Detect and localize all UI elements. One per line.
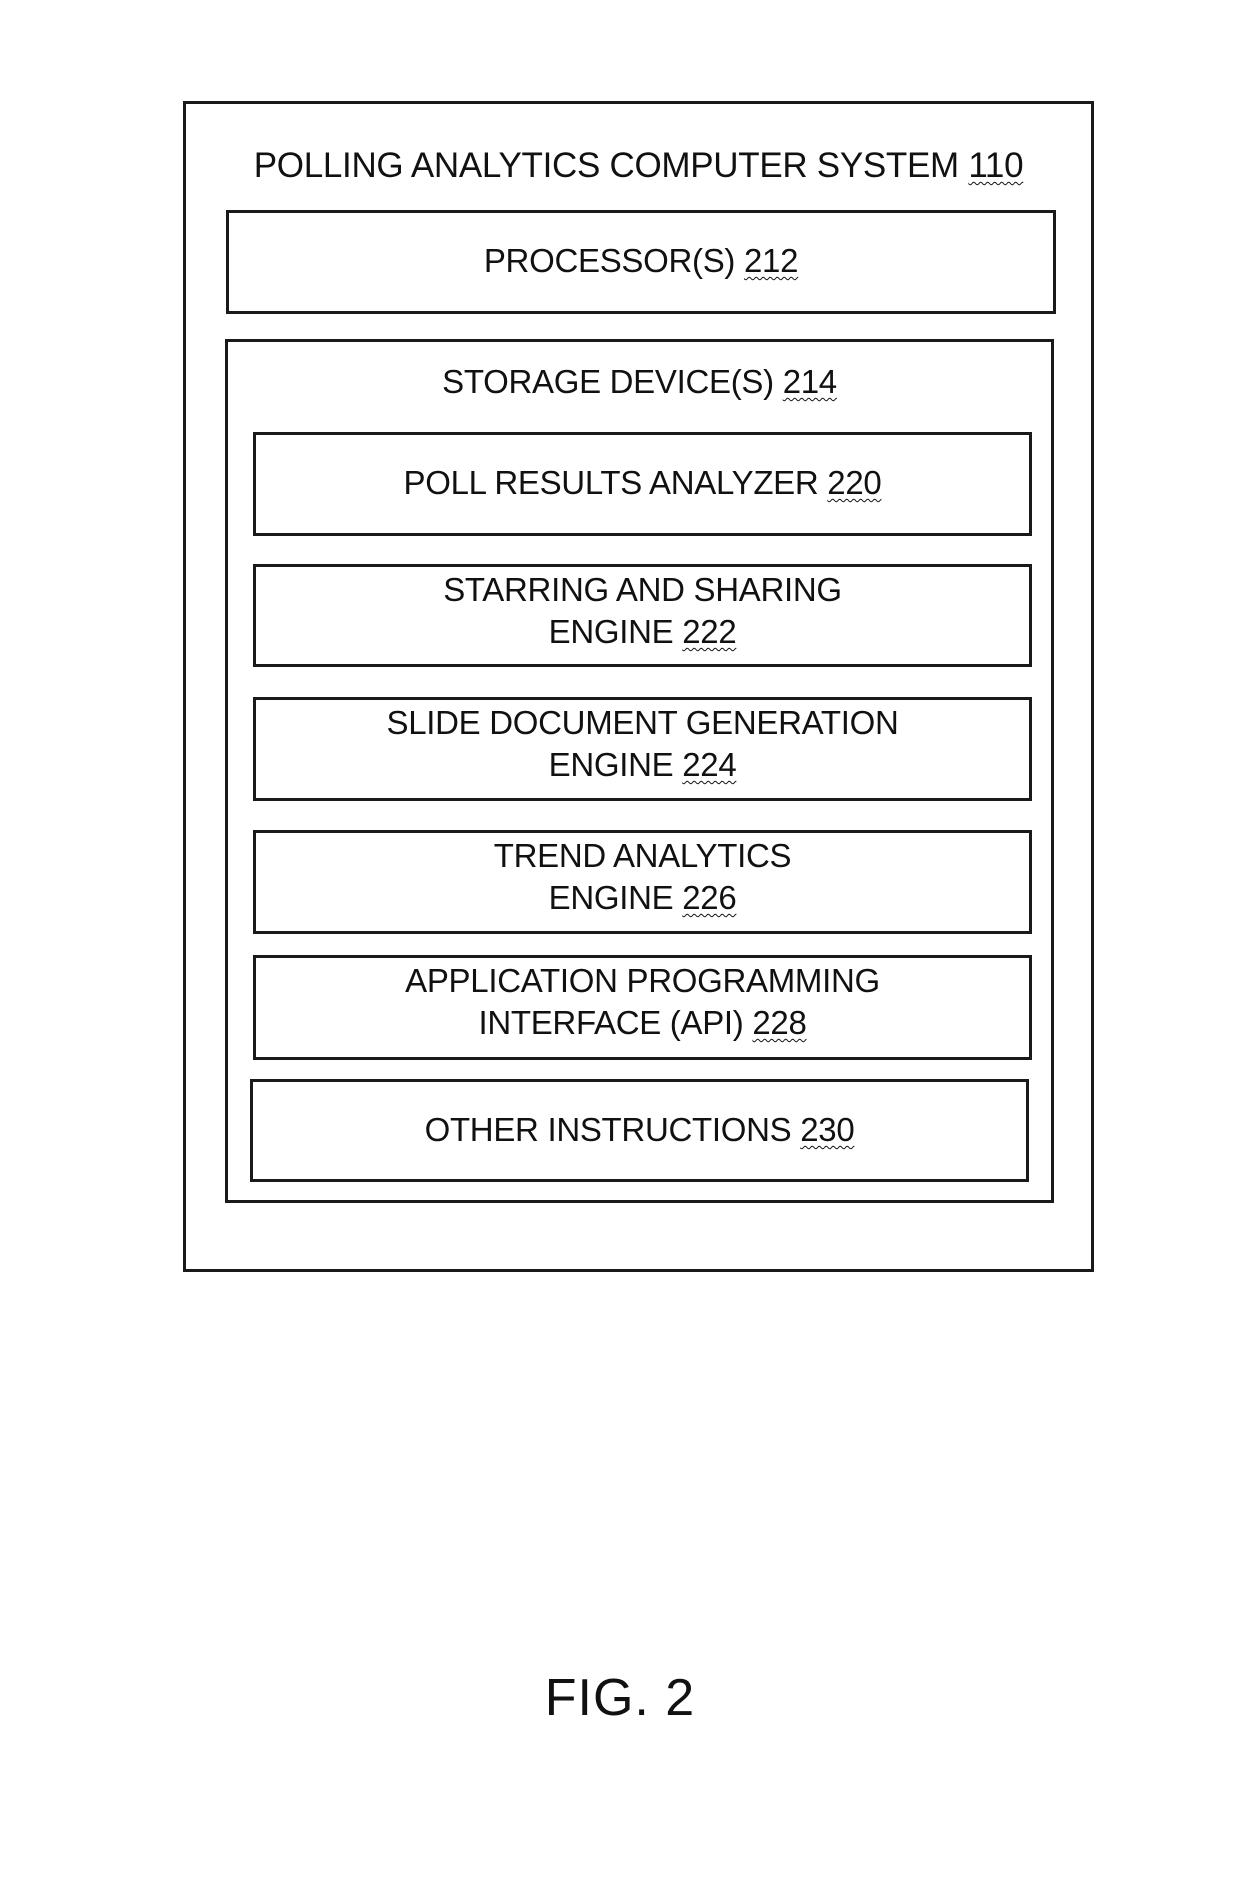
system-title-text: POLLING ANALYTICS COMPUTER SYSTEM — [253, 146, 959, 185]
processor-box: PROCESSOR(S) 212 — [226, 210, 1056, 314]
module-ref-number: 230 — [800, 1111, 855, 1148]
poll-results-analyzer-box: POLL RESULTS ANALYZER 220 — [253, 432, 1032, 536]
module-ref-number: 228 — [752, 1004, 807, 1041]
module-title: APPLICATION PROGRAMMING — [405, 962, 880, 999]
processor-ref-number: 212 — [743, 242, 799, 279]
module-ref-number: 220 — [827, 464, 882, 501]
storage-device-box: STORAGE DEVICE(S) 214 POLL RESULTS ANALY… — [225, 339, 1054, 1203]
polling-analytics-computer-system-box: POLLING ANALYTICS COMPUTER SYSTEM 110 PR… — [183, 101, 1094, 1272]
module-label-line1: APPLICATION PROGRAMMING — [256, 961, 1029, 1001]
module-title: TREND ANALYTICS — [493, 837, 792, 874]
module-ref-number: 224 — [682, 746, 737, 783]
module-ref-number: 222 — [682, 613, 737, 650]
module-title-line2: ENGINE — [548, 879, 674, 916]
figure-label: FIG. 2 — [544, 1669, 696, 1727]
module-label-line2: INTERFACE (API) 228 — [256, 1003, 1029, 1043]
module-title-line2: ENGINE — [548, 746, 674, 783]
storage-ref-number: 214 — [782, 363, 837, 400]
system-ref-number: 110 — [968, 146, 1024, 185]
module-label-line2: ENGINE 222 — [256, 612, 1029, 652]
module-title: STARRING AND SHARING — [443, 571, 842, 608]
module-title: POLL RESULTS ANALYZER — [403, 464, 819, 501]
module-title-line2: INTERFACE (API) — [478, 1004, 744, 1041]
trend-analytics-engine-box: TREND ANALYTICS ENGINE 226 — [253, 830, 1032, 934]
slide-document-generation-engine-box: SLIDE DOCUMENT GENERATION ENGINE 224 — [253, 697, 1032, 801]
module-label: OTHER INSTRUCTIONS 230 — [253, 1110, 1026, 1150]
storage-label: STORAGE DEVICE(S) 214 — [228, 362, 1051, 402]
module-label-line1: SLIDE DOCUMENT GENERATION — [256, 703, 1029, 743]
module-label: POLL RESULTS ANALYZER 220 — [256, 463, 1029, 503]
module-ref-number: 226 — [682, 879, 737, 916]
storage-title: STORAGE DEVICE(S) — [442, 363, 774, 400]
module-title: OTHER INSTRUCTIONS — [424, 1111, 792, 1148]
application-programming-interface-box: APPLICATION PROGRAMMING INTERFACE (API) … — [253, 955, 1032, 1060]
processor-title: PROCESSOR(S) — [483, 242, 736, 279]
system-title: POLLING ANALYTICS COMPUTER SYSTEM 110 — [186, 146, 1091, 186]
other-instructions-box: OTHER INSTRUCTIONS 230 — [250, 1079, 1029, 1182]
module-label-line2: ENGINE 226 — [256, 878, 1029, 918]
module-title: SLIDE DOCUMENT GENERATION — [386, 704, 899, 741]
processor-label: PROCESSOR(S) 212 — [229, 241, 1053, 281]
starring-and-sharing-engine-box: STARRING AND SHARING ENGINE 222 — [253, 564, 1032, 667]
module-label-line1: TREND ANALYTICS — [256, 836, 1029, 876]
module-label-line1: STARRING AND SHARING — [256, 570, 1029, 610]
module-title-line2: ENGINE — [548, 613, 674, 650]
module-label-line2: ENGINE 224 — [256, 745, 1029, 785]
